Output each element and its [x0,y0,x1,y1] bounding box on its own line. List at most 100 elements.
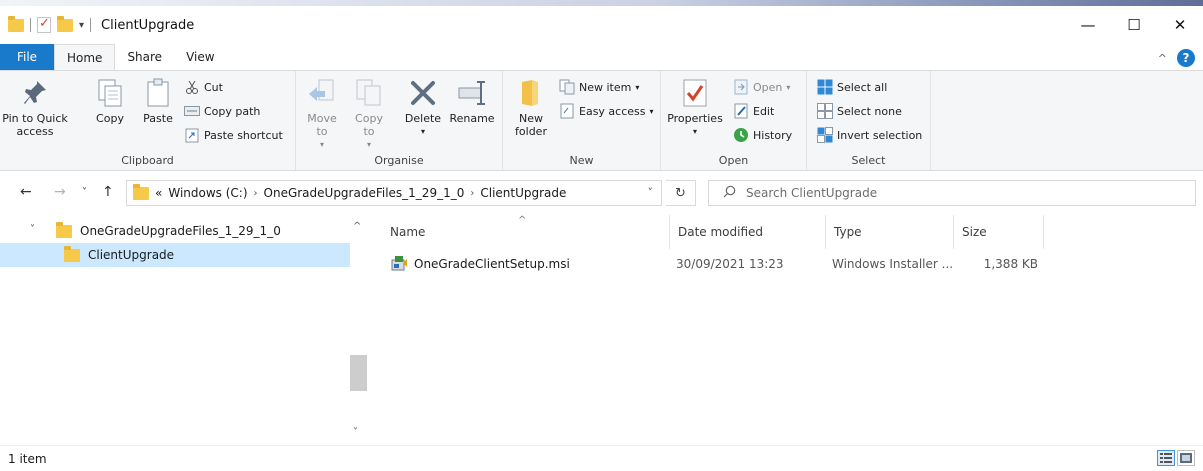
move-to-dropdown-icon: ▾ [319,140,324,149]
pin-label: Pin to Quick access [2,112,68,138]
select-none-button[interactable]: Select none [817,103,902,119]
paste-button[interactable]: Paste [140,77,176,125]
scroll-down-icon[interactable]: ˅ [353,427,358,438]
refresh-button[interactable]: ↻ [666,180,696,206]
organise-group-label: Organise [374,154,424,167]
title-bar: ▾ ClientUpgrade — ☐ ✕ [0,6,1203,44]
collapse-ribbon-icon[interactable]: ^ [1158,52,1167,65]
details-view-icon [1160,453,1172,463]
tree-item-current-folder[interactable]: ClientUpgrade [0,243,350,267]
properties-check-icon [679,77,711,109]
ribbon-help: ^ ? [1158,49,1195,67]
breadcrumb-overflow[interactable]: « [155,186,162,200]
paste-shortcut-icon [184,127,200,143]
invert-selection-button[interactable]: Invert selection [817,127,922,143]
copy-path-button[interactable]: Copy path [184,103,260,119]
navigation-scrollbar[interactable]: ^ ˅ [350,215,367,445]
paste-shortcut-button[interactable]: Paste shortcut [184,127,283,143]
column-header-name[interactable]: Name [382,215,670,249]
window-controls: — ☐ ✕ [1065,6,1203,44]
column-header-type[interactable]: Type [826,215,954,249]
file-name-cell[interactable]: OneGradeClientSetup.msi [390,254,570,274]
cut-button[interactable]: Cut [184,79,223,95]
new-item-button[interactable]: New item ▾ [559,79,639,95]
item-count: 1 item [8,451,47,466]
move-to-button[interactable]: Move to ▾ [304,77,340,151]
breadcrumb-current-folder[interactable]: ClientUpgrade [480,186,566,200]
select-all-label: Select all [837,80,888,94]
folder-icon [8,15,24,32]
maximize-button[interactable]: ☐ [1111,6,1157,44]
open-icon [733,79,749,95]
open-button[interactable]: Open ▾ [733,79,790,95]
new-folder-icon [515,77,547,109]
select-all-button[interactable]: Select all [817,79,887,95]
open-label: Open [753,80,783,94]
column-header-size[interactable]: Size [954,215,1044,249]
properties-dropdown-icon: ▾ [692,127,697,136]
properties-icon[interactable] [37,16,51,33]
close-button[interactable]: ✕ [1157,6,1203,44]
edit-label: Edit [753,104,775,118]
address-bar[interactable]: « Windows (C:) › OneGradeUpgradeFiles_1_… [126,180,662,206]
tree-item-label: OneGradeUpgradeFiles_1_29_1_0 [80,224,281,238]
open-dropdown-icon: ▾ [786,82,791,92]
quick-access-toolbar: ▾ ClientUpgrade [0,15,194,33]
breadcrumb-drive[interactable]: Windows (C:) [168,186,247,200]
help-icon[interactable]: ? [1177,49,1195,67]
tab-home[interactable]: Home [54,44,116,70]
search-icon [723,185,736,201]
new-item-label: New item [579,80,632,94]
easy-access-label: Easy access [579,104,646,118]
paste-label: Paste [143,112,173,125]
scroll-up-icon[interactable]: ^ [353,221,361,232]
ribbon: Pin to Quick access Copy Paste Cut Copy … [0,70,1203,171]
new-folder-icon[interactable] [57,15,73,32]
details-view-button[interactable] [1157,450,1175,466]
organise-group: Move to ▾ Copy to ▾ Delete ▾ Rename Orga… [296,71,503,170]
search-box[interactable]: Search ClientUpgrade [708,180,1196,206]
edit-button[interactable]: Edit [733,103,774,119]
copy-to-button[interactable]: Copy to ▾ [352,77,386,151]
breadcrumb-separator-icon[interactable]: › [254,188,258,199]
back-button[interactable]: ← [20,184,32,200]
tab-view[interactable]: View [174,44,226,70]
tab-file[interactable]: File [0,44,54,70]
easy-access-button[interactable]: Easy access ▾ [559,103,654,119]
expanded-chevron-icon[interactable]: ˅ [30,224,35,235]
file-date-cell: 30/09/2021 13:23 [676,257,784,271]
breadcrumb-parent-folder[interactable]: OneGradeUpgradeFiles_1_29_1_0 [264,186,465,200]
rename-button[interactable]: Rename [448,77,496,125]
view-switcher [1157,450,1195,466]
minimize-button[interactable]: — [1065,6,1111,44]
select-group: Select all Select none Invert selection … [807,71,931,170]
easy-access-dropdown-icon: ▾ [649,106,654,116]
new-folder-button[interactable]: New folder [511,77,551,138]
delete-button[interactable]: Delete ▾ [400,77,446,138]
up-button[interactable]: ↑ [102,184,114,200]
properties-label: Properties [667,112,723,125]
tree-item-parent-folder[interactable]: ˅ OneGradeUpgradeFiles_1_29_1_0 [0,219,350,243]
clipboard-group: Pin to Quick access Copy Paste Cut Copy … [0,71,296,170]
large-icons-view-button[interactable] [1177,450,1195,466]
recent-locations-button[interactable]: ˅ [82,187,87,198]
tree-item-label: ClientUpgrade [88,248,175,262]
breadcrumb-separator-icon[interactable]: › [470,188,474,199]
refresh-icon: ↻ [675,185,686,201]
forward-button[interactable]: → [54,184,66,200]
tab-share[interactable]: Share [115,44,174,70]
invert-selection-label: Invert selection [837,128,923,142]
file-list: ^ Name Date modified Type Size OneGradeC… [370,215,1203,445]
address-dropdown-icon[interactable]: ˅ [648,186,654,199]
history-button[interactable]: History [733,127,792,143]
copy-to-label: Copy to [355,112,383,138]
customize-qat-icon[interactable]: ▾ [79,20,84,31]
column-header-date-modified[interactable]: Date modified [670,215,826,249]
pin-to-quick-access-button[interactable]: Pin to Quick access [2,77,68,138]
rename-icon [456,77,488,109]
properties-button[interactable]: Properties ▾ [667,77,723,138]
navigation-pane: ˅ OneGradeUpgradeFiles_1_29_1_0 ClientUp… [0,215,370,445]
address-row: ← → ˅ ↑ « Windows (C:) › OneGradeUpgrade… [0,171,1203,215]
scrollbar-thumb[interactable] [350,355,367,391]
copy-button[interactable]: Copy [94,77,126,125]
